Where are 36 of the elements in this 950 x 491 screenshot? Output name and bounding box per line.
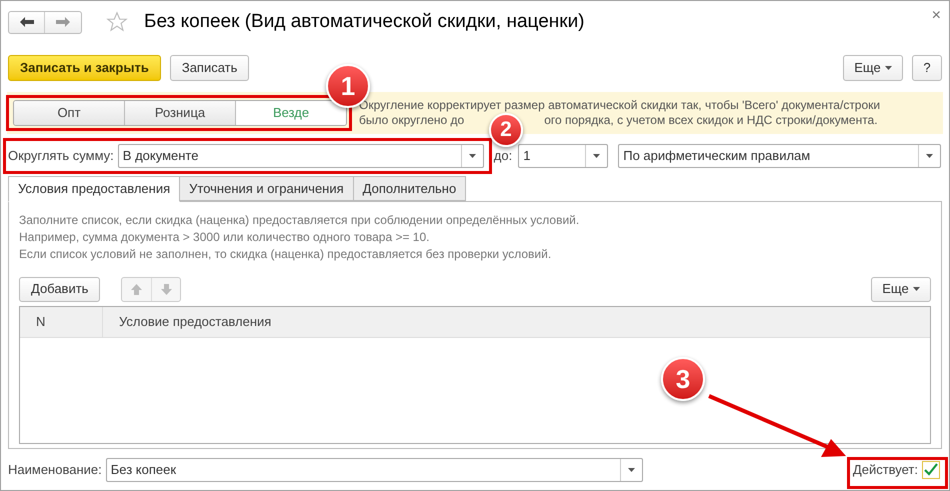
field-label: Наименование: [8, 461, 102, 480]
caret-icon [912, 287, 920, 291]
field-label: до: [494, 147, 512, 166]
segment-tab[interactable]: Везде [235, 101, 346, 125]
info-text: Округление корректирует размер автоматической скидки так, чтобы 'Всего' документа/строки [359, 98, 880, 113]
active-checkbox[interactable] [922, 461, 940, 479]
segmented-control[interactable]: Опт Розница Везде [13, 100, 347, 126]
tab[interactable]: Условия предоставления [8, 176, 180, 202]
add-button[interactable]: Добавить [19, 276, 100, 302]
help-button[interactable]: ? [912, 54, 942, 80]
more-button[interactable]: Еще [871, 276, 931, 302]
rounding-dropdown[interactable]: В документе [118, 144, 484, 168]
column-header[interactable]: Условие предоставления [103, 307, 930, 337]
segment-tab[interactable]: Опт [14, 101, 124, 125]
more-button[interactable]: Еще [843, 54, 903, 80]
name-field[interactable]: Без копеек [106, 458, 643, 482]
segment-tab[interactable]: Розница [124, 101, 235, 125]
info-text: ого порядка, с учетом всех скидок и НДС строки/документа. [544, 113, 878, 128]
window-title: Без копеек (Вид автоматической скидки, наценки) [144, 10, 586, 34]
save-and-close-button[interactable]: Записать и закрыть [8, 54, 161, 80]
number-badge: 3 [661, 357, 705, 401]
tab[interactable]: Дополнительно [352, 176, 466, 201]
hint-text: Например, сумма документа > 3000 или количество одного товара >= 10. [19, 229, 430, 246]
method-dropdown[interactable]: По арифметическим правилам [618, 144, 941, 168]
star-icon[interactable] [106, 11, 128, 33]
save-button[interactable]: Записать [170, 54, 250, 80]
info-text: было округлено до [359, 113, 464, 128]
caret-icon [884, 66, 892, 70]
field-label: Округлять сумму: [8, 147, 114, 166]
close-button[interactable]: × [932, 4, 941, 28]
column-header[interactable]: N [20, 307, 103, 337]
precision-dropdown[interactable]: 1 [518, 144, 608, 168]
field-label: Действует: [852, 461, 918, 480]
hint-text: Если список условий не заполнен, то скидка (наценка) предоставляется без проверки условий. [19, 246, 552, 263]
tab[interactable]: Уточнения и ограничения [179, 176, 354, 201]
hint-text: Заполните список, если скидка (наценка) предоставляется при соблюдении определённых условий. [19, 212, 580, 229]
